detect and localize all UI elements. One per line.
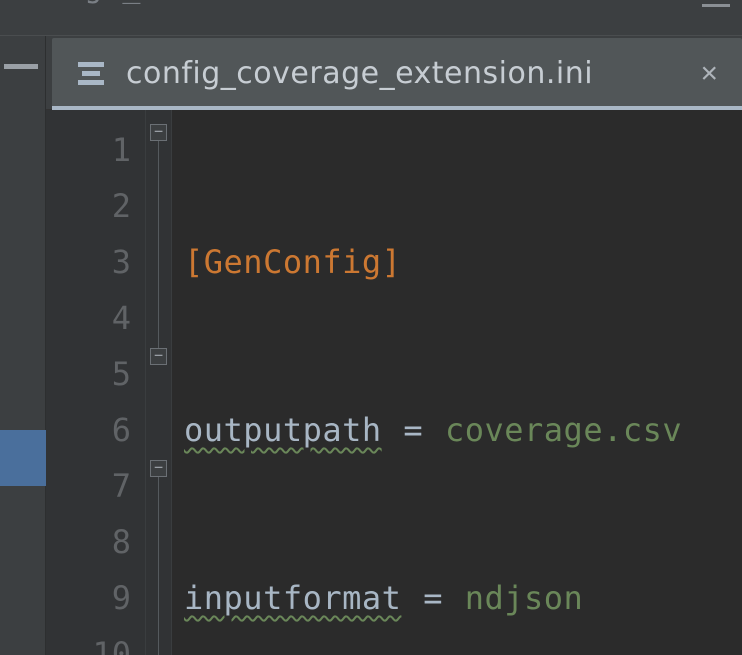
line-number: 2 [46,178,131,234]
code-body[interactable]: [GenConfig] outputpath = coverage.csv in… [172,110,742,655]
close-icon[interactable]: × [694,53,724,95]
line-number: 4 [46,290,131,346]
fold-toggle-icon[interactable]: − [150,124,167,141]
gutter: 1 2 3 4 5 6 7 8 9 10 [46,110,146,655]
line-number: 9 [46,570,131,626]
line-number: 8 [46,514,131,570]
line-number: 6 [46,402,131,458]
tool-stripe [0,36,46,655]
code-line: inputformat = ndjson [184,570,742,626]
fold-guide [158,130,159,354]
hamburger-icon[interactable] [702,0,730,7]
code-line: [GenConfig] [184,234,742,290]
tab-label: config_coverage_extension.ini [126,56,593,91]
line-number: 10 [46,626,131,655]
code-area: 1 2 3 4 5 6 7 8 9 10 − − − [GenConfig] o [46,110,742,655]
tab-bar: config_coverage_extension.ini × [46,36,742,110]
tool-dash-icon[interactable] [4,64,38,69]
tool-stripe-highlight [0,430,46,486]
fold-toggle-icon[interactable]: − [150,460,167,477]
line-number: 5 [46,346,131,402]
workspace: config_coverage_extension.ini × 1 2 3 4 … [0,36,742,655]
line-number: 7 [46,458,131,514]
ini-file-icon [74,59,108,89]
tab-config-coverage-extension[interactable]: config_coverage_extension.ini × [52,38,742,109]
line-number: 3 [46,234,131,290]
code-line: outputpath = coverage.csv [184,402,742,458]
fold-guide [158,466,159,655]
fold-column: − − − [146,110,172,655]
breadcrumb-bar: verage_extension.ini [0,0,742,36]
line-number: 1 [46,122,131,178]
editor: config_coverage_extension.ini × 1 2 3 4 … [46,36,742,655]
fold-toggle-icon[interactable]: − [150,348,167,365]
